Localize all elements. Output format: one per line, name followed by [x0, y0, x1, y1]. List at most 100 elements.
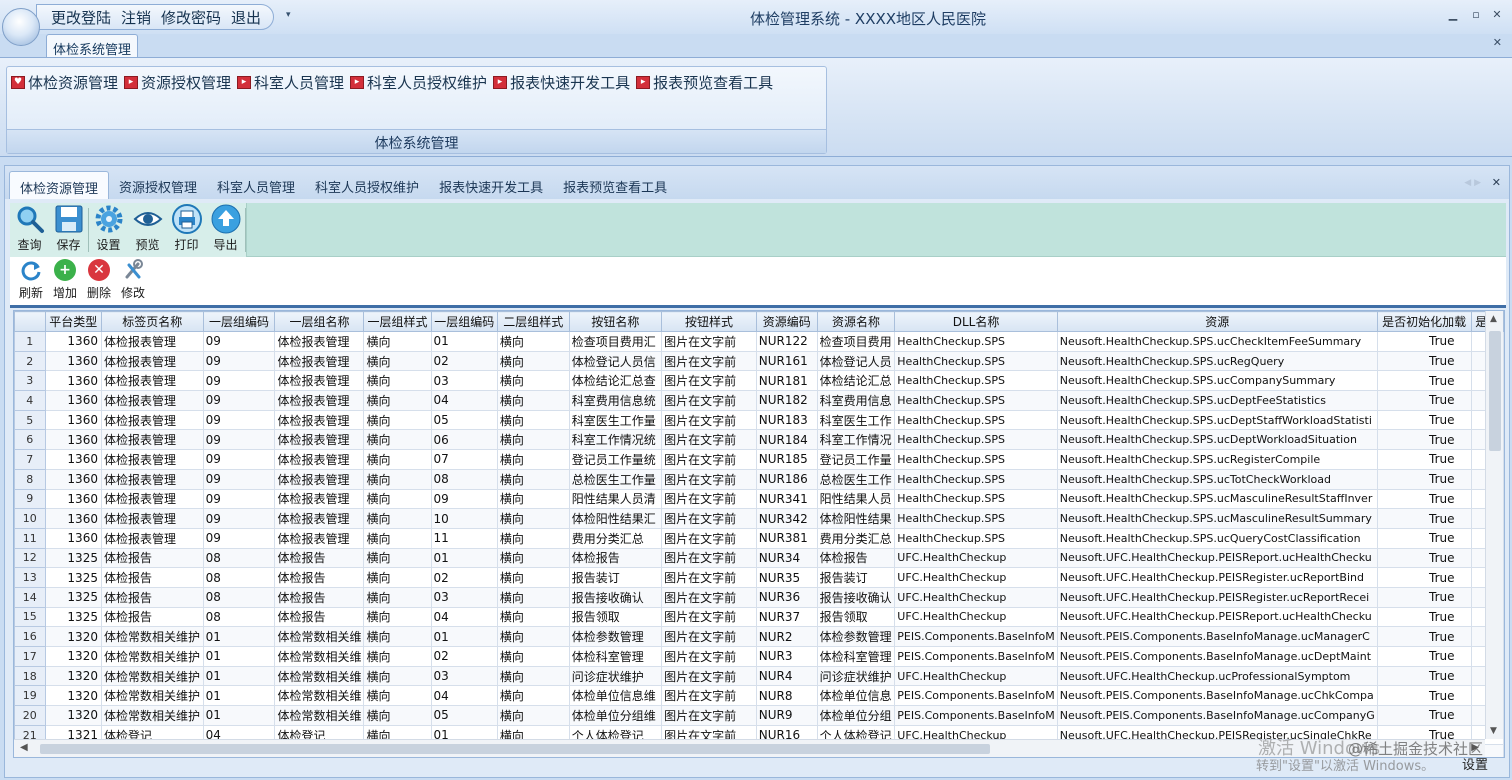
- table-cell[interactable]: 1320: [44, 665, 102, 687]
- table-cell[interactable]: 报告接收确认: [568, 586, 663, 608]
- table-cell[interactable]: 图片在文字前: [661, 586, 757, 608]
- table-cell[interactable]: NUR183: [755, 409, 818, 431]
- table-cell[interactable]: 横向: [496, 508, 570, 529]
- table-cell[interactable]: True: [1376, 350, 1472, 372]
- table-cell[interactable]: 横向: [496, 390, 570, 411]
- tab-resource-management[interactable]: 体检资源管理: [9, 171, 110, 199]
- table-cell[interactable]: 04: [430, 606, 498, 628]
- table-cell[interactable]: HealthCheckup.SPS: [894, 409, 1058, 431]
- table-cell[interactable]: 横向: [496, 409, 570, 431]
- table-cell[interactable]: 体检参数管理: [816, 626, 896, 647]
- table-cell[interactable]: 1320: [44, 705, 102, 726]
- table-cell[interactable]: 体检登记人员: [816, 350, 896, 372]
- table-cell[interactable]: 横向: [496, 646, 570, 667]
- table-cell[interactable]: 08: [202, 606, 276, 628]
- table-cell[interactable]: Neusoft.HealthCheckup.SPS.ucRegisterComp…: [1056, 449, 1378, 470]
- table-cell[interactable]: 09: [202, 527, 276, 549]
- table-cell[interactable]: 体检登记人员信: [568, 350, 663, 372]
- table-cell[interactable]: 图片在文字前: [661, 567, 757, 588]
- table-cell[interactable]: 1325: [44, 567, 102, 588]
- table-cell[interactable]: Neusoft.HealthCheckup.SPS.ucDeptStaffWor…: [1056, 409, 1378, 431]
- table-cell[interactable]: 图片在文字前: [661, 331, 757, 352]
- table-cell[interactable]: 科室费用信息: [816, 390, 896, 411]
- table-cell[interactable]: 体检常数相关维护: [100, 705, 204, 726]
- table-cell[interactable]: True: [1376, 331, 1472, 352]
- table-cell[interactable]: 横向: [363, 429, 432, 451]
- table-cell[interactable]: 体检常数相关维: [274, 646, 365, 667]
- table-cell[interactable]: 06: [430, 429, 498, 451]
- table-cell[interactable]: 体检报告: [274, 606, 365, 628]
- scroll-left-icon[interactable]: ◀: [20, 742, 28, 753]
- table-cell[interactable]: 横向: [363, 331, 432, 352]
- table-cell[interactable]: UFC.HealthCheckup: [894, 606, 1058, 628]
- table-cell[interactable]: 横向: [363, 527, 432, 549]
- table-cell[interactable]: NUR185: [755, 449, 818, 470]
- table-row[interactable]: 3 1360 体检报表管理 09 体检报表管理 横向 03 横向 体检结论汇总查 图片在文字前 NU…: [14, 370, 1504, 392]
- table-cell[interactable]: 横向: [496, 567, 570, 588]
- table-cell[interactable]: 09: [202, 449, 276, 470]
- table-cell[interactable]: 1360: [44, 331, 102, 352]
- table-cell[interactable]: 体检报告: [274, 586, 365, 608]
- tab-resource-authorization[interactable]: 资源授权管理: [109, 171, 207, 199]
- table-row[interactable]: 2 1360 体检报表管理 09 体检报表管理 横向 02 横向 体检登记人员信 图片在文字前 NU…: [14, 350, 1504, 372]
- table-cell[interactable]: 09: [202, 390, 276, 411]
- table-cell[interactable]: True: [1376, 665, 1472, 687]
- table-cell[interactable]: 登记员工作量统: [568, 449, 663, 470]
- table-cell[interactable]: 05: [430, 705, 498, 726]
- minimize-icon[interactable]: ▁: [1446, 8, 1460, 21]
- table-cell[interactable]: 体检结论汇总查: [568, 370, 663, 392]
- table-cell[interactable]: 阳性结果人员清: [568, 488, 663, 510]
- tab-dept-staff-auth[interactable]: 科室人员授权维护: [305, 171, 429, 199]
- table-cell[interactable]: 图片在文字前: [661, 390, 757, 411]
- table-cell[interactable]: 体检报表管理: [100, 449, 204, 470]
- table-row[interactable]: 9 1360 体检报表管理 09 体检报表管理 横向 09 横向 阳性结果人员清 图片在文字前 NU…: [14, 488, 1504, 510]
- table-cell[interactable]: 横向: [363, 586, 432, 608]
- table-cell[interactable]: PEIS.Components.BaseInfoM: [894, 705, 1058, 726]
- table-cell[interactable]: NUR34: [755, 547, 818, 569]
- table-cell[interactable]: 检查项目费用汇: [568, 331, 663, 352]
- table-cell[interactable]: 体检报告: [100, 567, 204, 588]
- table-cell[interactable]: 1360: [44, 429, 102, 451]
- application-menu-button[interactable]: [2, 8, 40, 46]
- table-cell[interactable]: 体检报告: [816, 547, 896, 569]
- table-cell[interactable]: 体检单位信息维: [568, 685, 663, 707]
- table-cell[interactable]: True: [1376, 429, 1472, 451]
- scroll-down-icon[interactable]: ▼: [1490, 726, 1497, 736]
- table-cell[interactable]: 体检常数相关维护: [100, 626, 204, 647]
- table-cell[interactable]: 横向: [496, 488, 570, 510]
- row-number-cell[interactable]: 8: [14, 468, 46, 490]
- table-cell[interactable]: HealthCheckup.SPS: [894, 488, 1058, 510]
- table-cell[interactable]: 图片在文字前: [661, 449, 757, 470]
- table-cell[interactable]: NUR182: [755, 390, 818, 411]
- row-number-cell[interactable]: 15: [14, 606, 46, 628]
- table-row[interactable]: 6 1360 体检报表管理 09 体检报表管理 横向 06 横向 科室工作情况统 图片在文字前 NU…: [14, 429, 1504, 451]
- table-cell[interactable]: PEIS.Components.BaseInfoM: [894, 626, 1058, 647]
- table-cell[interactable]: 1360: [44, 370, 102, 392]
- table-cell[interactable]: 体检阳性结果: [816, 508, 896, 529]
- column-header[interactable]: 一层组编码: [202, 311, 276, 332]
- table-cell[interactable]: UFC.HealthCheckup: [894, 665, 1058, 687]
- table-cell[interactable]: 图片在文字前: [661, 350, 757, 372]
- preview-button[interactable]: 预览: [128, 203, 167, 257]
- table-cell[interactable]: True: [1376, 705, 1472, 726]
- table-cell[interactable]: 体检报表管理: [274, 429, 365, 451]
- table-cell[interactable]: 1360: [44, 508, 102, 529]
- table-cell[interactable]: Neusoft.PEIS.Components.BaseInfoManage.u…: [1056, 626, 1378, 647]
- row-number-header[interactable]: [14, 311, 46, 332]
- table-cell[interactable]: 10: [430, 508, 498, 529]
- table-cell[interactable]: 体检报告: [100, 586, 204, 608]
- table-cell[interactable]: NUR4: [755, 665, 818, 687]
- table-cell[interactable]: 08: [202, 547, 276, 569]
- table-cell[interactable]: HealthCheckup.SPS: [894, 468, 1058, 490]
- ribbon-close-icon[interactable]: ✕: [1493, 36, 1502, 49]
- table-cell[interactable]: 体检参数管理: [568, 626, 663, 647]
- table-cell[interactable]: True: [1376, 468, 1472, 490]
- table-cell[interactable]: HealthCheckup.SPS: [894, 527, 1058, 549]
- table-cell[interactable]: 01: [202, 646, 276, 667]
- table-cell[interactable]: NUR161: [755, 350, 818, 372]
- table-cell[interactable]: 体检报表管理: [100, 488, 204, 510]
- table-cell[interactable]: True: [1376, 449, 1472, 470]
- table-cell[interactable]: 1360: [44, 390, 102, 411]
- table-cell[interactable]: NUR381: [755, 527, 818, 549]
- table-cell[interactable]: Neusoft.HealthCheckup.SPS.ucDeptWorkload…: [1056, 429, 1378, 451]
